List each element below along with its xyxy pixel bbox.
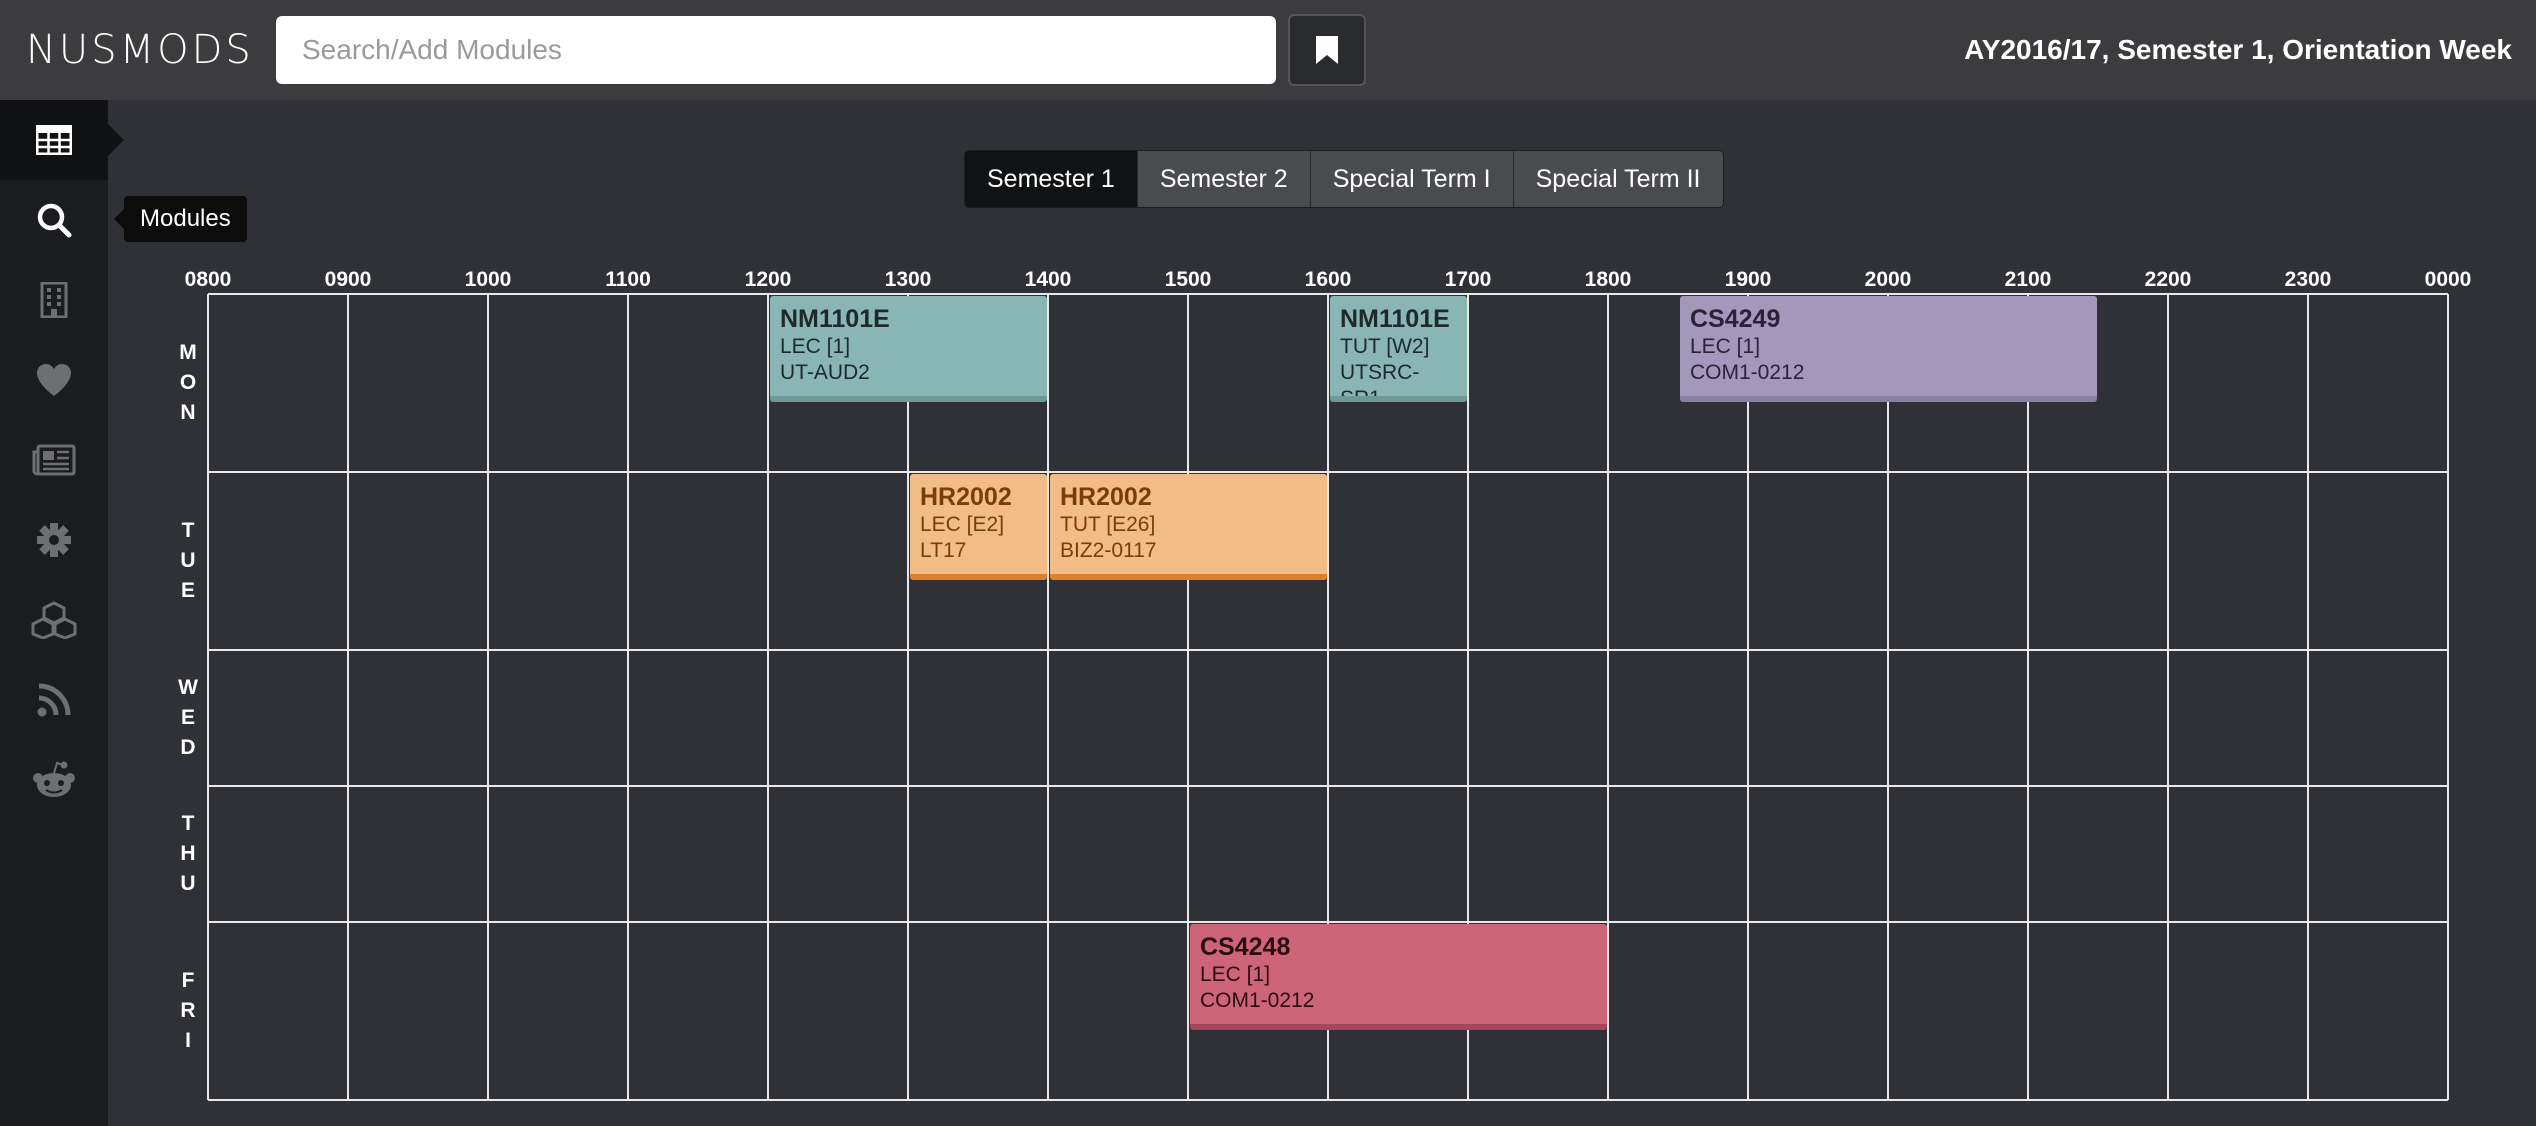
- day-label-wed: WED: [168, 673, 208, 763]
- lesson-card[interactable]: NM1101E TUT [W2] UTSRC-SR1: [1330, 296, 1467, 402]
- hour-label: 2100: [2004, 268, 2052, 291]
- day-letter: I: [185, 1029, 191, 1052]
- lesson-venue: LT17: [920, 539, 967, 562]
- grid-line: [2307, 294, 2309, 1100]
- lesson-type: LEC [E2]: [920, 513, 1005, 536]
- day-letter: N: [180, 401, 196, 424]
- grid-line: [767, 294, 769, 1100]
- lesson-type: TUT [E26]: [1060, 513, 1156, 536]
- grid-line: [207, 294, 209, 1100]
- hour-label: 2300: [2284, 268, 2332, 291]
- day-letter: U: [180, 549, 196, 572]
- hour-label: 0000: [2424, 268, 2472, 291]
- grid-line: [2167, 294, 2169, 1100]
- grid-line: [347, 294, 349, 1100]
- grid-line: [208, 471, 2448, 473]
- grid-line: [1047, 294, 1049, 1100]
- hour-label: 1400: [1024, 268, 1072, 291]
- day-letter: H: [180, 842, 196, 865]
- lesson-card[interactable]: HR2002 LEC [E2] LT17: [910, 474, 1047, 580]
- grid-line: [208, 649, 2448, 651]
- day-letter: U: [180, 872, 196, 895]
- grid-line: [208, 293, 2448, 295]
- lesson-type: LEC [1]: [1200, 963, 1271, 986]
- grid-line: [487, 294, 489, 1100]
- grid-line: [208, 921, 2448, 923]
- lesson-card[interactable]: CS4249 LEC [1] COM1-0212: [1680, 296, 2097, 402]
- grid-line: [2027, 294, 2029, 1100]
- lesson-card[interactable]: NM1101E LEC [1] UT-AUD2: [770, 296, 1047, 402]
- lesson-code: NM1101E: [1340, 305, 1450, 333]
- grid-line: [1747, 294, 1749, 1100]
- lesson-code: CS4248: [1200, 933, 1291, 961]
- day-label-mon: MON: [168, 338, 208, 428]
- day-letter: E: [180, 579, 195, 602]
- lesson-code: CS4249: [1690, 305, 1781, 333]
- grid-line: [2447, 294, 2449, 1100]
- lesson-code: HR2002: [1060, 483, 1152, 511]
- grid-line: [208, 1099, 2448, 1101]
- hour-label: 1800: [1584, 268, 1632, 291]
- grid-line: [1887, 294, 1889, 1100]
- hour-label: 1300: [884, 268, 932, 291]
- day-letter: M: [179, 341, 197, 364]
- grid-line: [1187, 294, 1189, 1100]
- hour-label: 1700: [1444, 268, 1492, 291]
- lesson-venue: BIZ2-0117: [1060, 539, 1157, 562]
- lesson-venue: UTSRC-SR1: [1340, 361, 1420, 402]
- day-letter: T: [181, 812, 195, 835]
- hour-label: 0800: [184, 268, 232, 291]
- hour-label: 1500: [1164, 268, 1212, 291]
- grid-line: [907, 294, 909, 1100]
- day-letter: R: [180, 999, 196, 1022]
- day-label-tue: TUE: [168, 516, 208, 606]
- day-letter: W: [178, 676, 198, 699]
- grid-line: [208, 785, 2448, 787]
- day-letter: F: [181, 969, 195, 992]
- hour-label: 1100: [605, 268, 651, 291]
- day-letter: T: [181, 519, 195, 542]
- hour-label: 1200: [744, 268, 792, 291]
- hour-label: 2000: [1864, 268, 1912, 291]
- lesson-code: NM1101E: [780, 305, 890, 333]
- lesson-code: HR2002: [920, 483, 1012, 511]
- lesson-type: LEC [1]: [1690, 335, 1761, 358]
- lesson-type: LEC [1]: [780, 335, 851, 358]
- lesson-card[interactable]: CS4248 LEC [1] COM1-0212: [1190, 924, 1607, 1030]
- hour-label: 1000: [464, 268, 512, 291]
- lesson-type: TUT [W2]: [1340, 335, 1430, 358]
- hour-label: 1600: [1304, 268, 1352, 291]
- hour-label: 1900: [1724, 268, 1772, 291]
- day-label-thu: THU: [168, 809, 208, 899]
- lesson-venue: UT-AUD2: [780, 361, 870, 384]
- day-label-fri: FRI: [168, 966, 208, 1056]
- lesson-card[interactable]: HR2002 TUT [E26] BIZ2-0117: [1050, 474, 1327, 580]
- timetable: 0800 0900 1000 1100 1200 1300 1400 1500 1600 1700…: [0, 0, 2536, 1126]
- lesson-venue: COM1-0212: [1690, 361, 1805, 384]
- hour-label: 2200: [2144, 268, 2192, 291]
- day-letter: D: [180, 736, 196, 759]
- grid-line: [1607, 294, 1609, 1100]
- day-letter: O: [179, 371, 197, 394]
- grid-line: [627, 294, 629, 1100]
- hour-label: 0900: [324, 268, 372, 291]
- day-letter: E: [180, 706, 195, 729]
- lesson-venue: COM1-0212: [1200, 989, 1315, 1012]
